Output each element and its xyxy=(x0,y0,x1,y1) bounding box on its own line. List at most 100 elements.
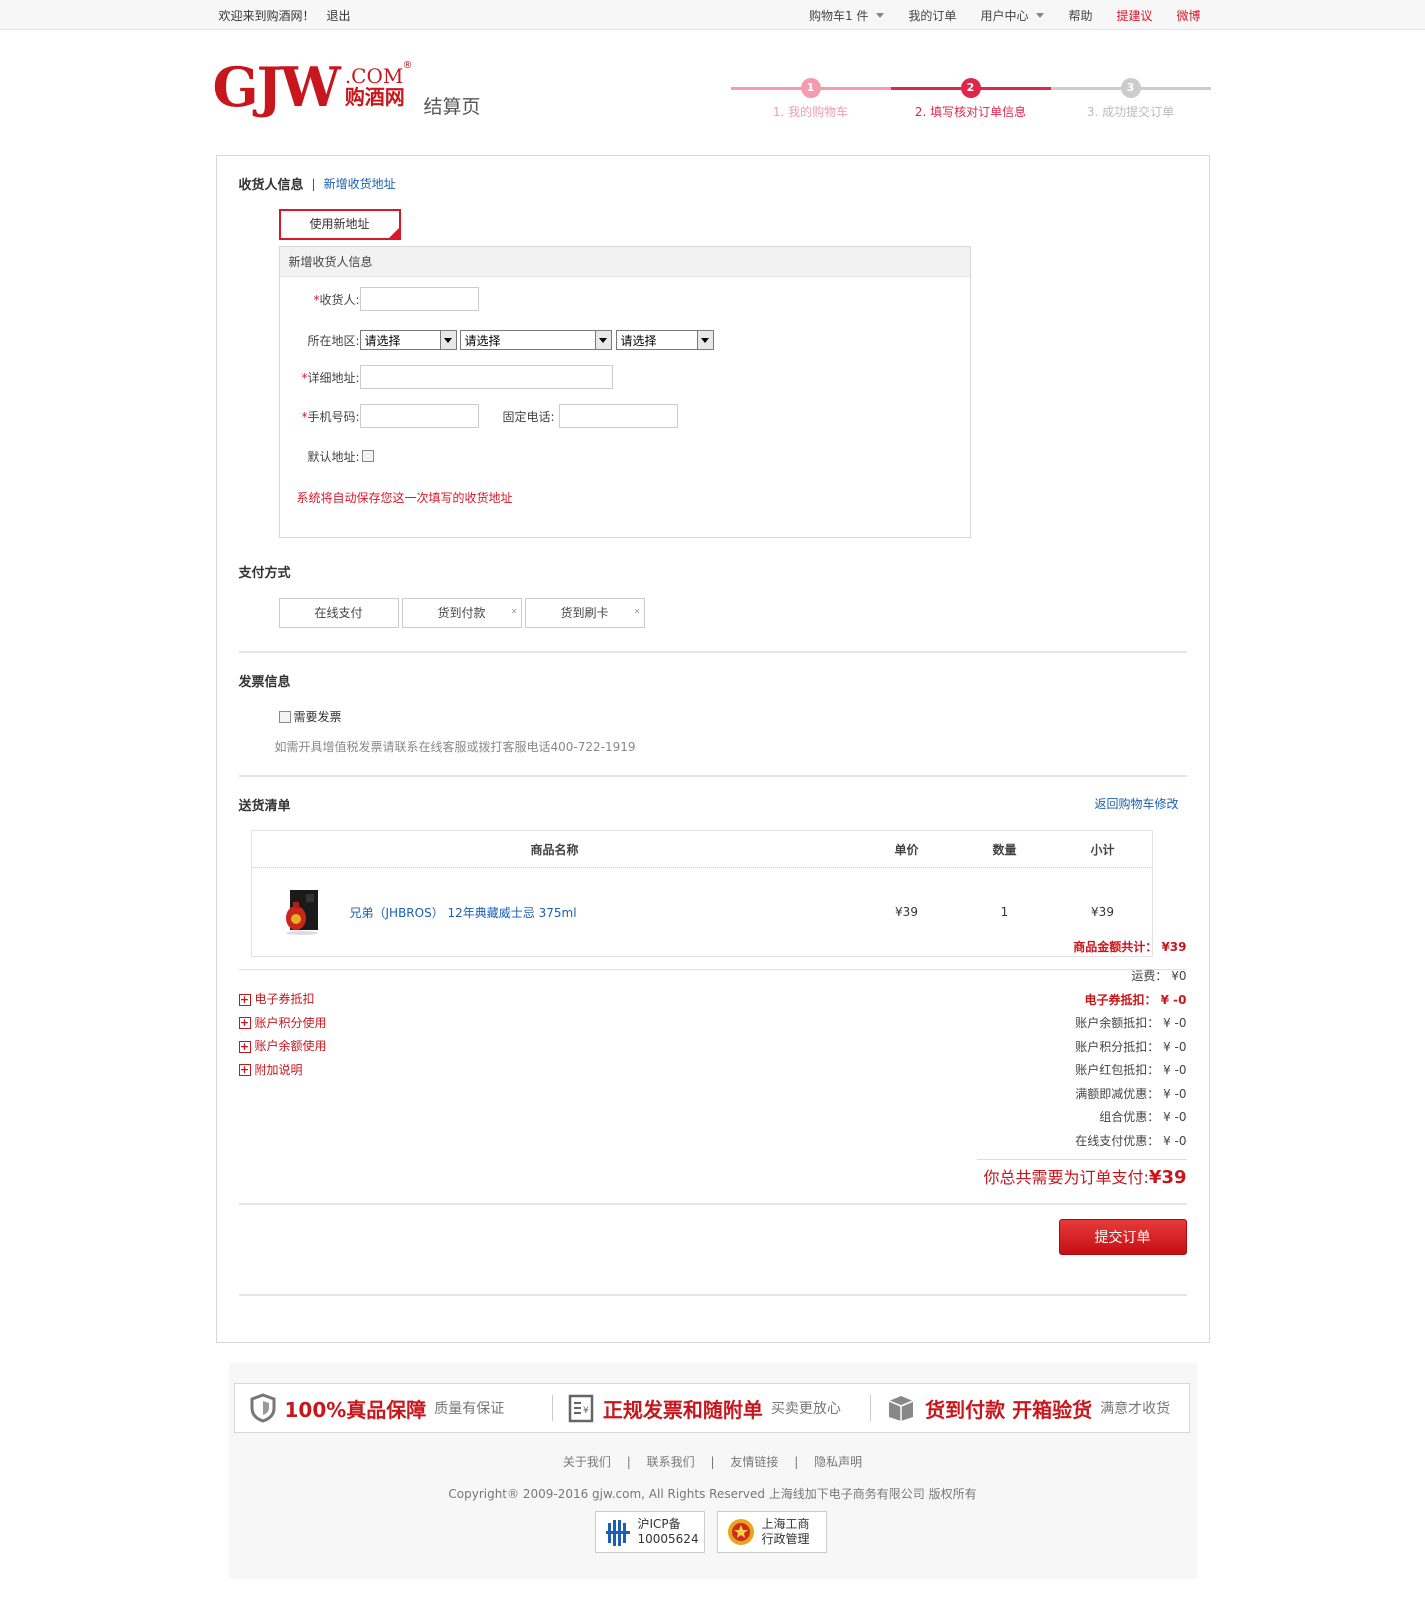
column-header-price: 单价 xyxy=(894,842,919,857)
contact-link[interactable]: 联系我们 xyxy=(647,1455,695,1469)
shield-icon xyxy=(250,1393,275,1423)
product-image[interactable] xyxy=(282,888,322,936)
section-divider xyxy=(238,651,1187,653)
default-address-checkbox[interactable] xyxy=(361,450,374,462)
province-select[interactable]: 请选择 xyxy=(359,330,457,350)
my-orders-link[interactable]: 我的订单 xyxy=(896,7,968,24)
logout-link[interactable]: 退出 xyxy=(327,7,351,24)
suggest-link[interactable]: 提建议 xyxy=(1104,7,1164,24)
consignee-name-label-wrap: *收货人: xyxy=(280,291,359,308)
welcome-text: 欢迎来到购酒网！ xyxy=(218,8,315,23)
step-2: 2 2. 填写核对订单信息 xyxy=(890,78,1051,120)
new-address-form: 新增收货人信息 *收货人: 所在地区: 请选择 请选择 请选择 *详细地址: *… xyxy=(278,246,971,538)
step-3: 3 3. 成功提交订单 xyxy=(1050,78,1211,120)
remark-option[interactable]: + 附加说明 xyxy=(238,1059,327,1083)
use-new-address-button[interactable]: 使用新地址 xyxy=(278,209,401,240)
shipping-line: 运费： ¥0 xyxy=(1131,969,1187,983)
delivery-header: 送货清单 返回购物车修改 xyxy=(239,795,1187,814)
product-subtotal: ¥39 xyxy=(1091,905,1114,919)
goods-total-line: 商品金额共计： ¥39 xyxy=(1073,940,1187,954)
cart-label: 购物车1 件 xyxy=(808,8,869,23)
mobile-input[interactable] xyxy=(359,404,479,428)
product-price: ¥39 xyxy=(895,905,918,919)
submit-order-button[interactable]: 提交订单 xyxy=(1058,1219,1187,1255)
checkout-steps: 1 1. 我的购物车 2 2. 填写核对订单信息 3 3. 成功提交订单 xyxy=(730,78,1213,128)
logo-registered: ® xyxy=(402,60,413,71)
cart-link[interactable]: 购物车1 件 xyxy=(797,7,896,24)
step-2-number: 2 xyxy=(960,78,981,98)
city-select-value: 请选择 xyxy=(464,333,501,348)
column-header-name: 商品名称 xyxy=(530,842,579,857)
consignee-title: 收货人信息 xyxy=(238,178,304,193)
payment-section: 支付方式 在线支付 货到付款 ✕ 货到刷卡 ✕ xyxy=(239,562,1187,628)
expand-plus-icon: + xyxy=(238,1063,251,1077)
dropdown-arrow-icon xyxy=(439,331,456,349)
step-2-label: 2. 填写核对订单信息 xyxy=(914,105,1027,119)
business-admin-line1: 上海工商 xyxy=(761,1517,810,1531)
balance-option[interactable]: + 账户余额使用 xyxy=(238,1035,327,1059)
invoice-title: 发票信息 xyxy=(238,675,291,690)
consignee-name-input[interactable] xyxy=(359,287,479,311)
certification-badges: 沪ICP备 10005624 上海工商 行政管理 xyxy=(594,1511,827,1553)
business-admin-badge[interactable]: 上海工商 行政管理 xyxy=(716,1511,827,1553)
delivery-table: 商品名称 单价 数量 小计 兄弟（JHBROS） 12年典藏威士忌 375ml xyxy=(250,830,1153,957)
pay-cod-button[interactable]: 货到付款 ✕ xyxy=(401,598,522,628)
logo-cn: 购酒网 xyxy=(344,85,405,109)
invoice-section: 发票信息 需要发票 如需开具增值税发票请联系在线客服或拨打客服电话400-722… xyxy=(239,671,1187,755)
city-select[interactable]: 请选择 xyxy=(459,330,612,350)
default-address-label: 默认地址: xyxy=(307,449,360,464)
user-center-link[interactable]: 用户中心 xyxy=(968,7,1056,24)
weibo-link[interactable]: 微博 xyxy=(1164,7,1212,24)
pay-card-on-delivery-button[interactable]: 货到刷卡 ✕ xyxy=(524,598,645,628)
points-option-label: 账户积分使用 xyxy=(254,1015,327,1030)
pay-online-label: 在线支付 xyxy=(314,606,363,620)
friend-links-link[interactable]: 友情链接 xyxy=(730,1455,778,1469)
expand-plus-icon: + xyxy=(238,992,251,1006)
add-address-link[interactable]: 新增收货地址 xyxy=(324,175,396,192)
pay-online-button[interactable]: 在线支付 xyxy=(278,598,399,628)
points-option[interactable]: + 账户积分使用 xyxy=(238,1012,327,1036)
auto-save-note: 系统将自动保存您这一次填写的收货地址 xyxy=(296,491,513,505)
link-separator: | xyxy=(710,1455,715,1469)
points-line: 账户积分抵扣： ¥ -0 xyxy=(1075,1039,1187,1054)
phone-label: 固定电话: xyxy=(502,409,555,424)
page-header: GJW .COM 购酒网 ® 结算页 1 1. 我的购物车 2 2. 填写核对订… xyxy=(213,30,1213,155)
product-name-link[interactable]: 兄弟（JHBROS） 12年典藏威士忌 375ml xyxy=(350,904,577,921)
dropdown-arrow-icon xyxy=(594,331,611,349)
extra-options: + 电子券抵扣 + 账户积分使用 + 账户余额使用 + 附加说明 xyxy=(238,988,327,1083)
emblem-icon xyxy=(727,1519,754,1545)
about-link[interactable]: 关于我们 xyxy=(563,1455,611,1469)
need-invoice-checkbox[interactable] xyxy=(278,710,291,723)
link-separator: | xyxy=(626,1455,631,1469)
balance-option-label: 账户余额使用 xyxy=(254,1039,327,1053)
detail-address-input[interactable] xyxy=(359,365,613,389)
guarantee-invoice-title: 正规发票和随附单 xyxy=(602,1397,763,1422)
section-divider xyxy=(238,1203,1187,1205)
mobile-label-wrap: *手机号码: xyxy=(280,408,359,425)
expand-plus-icon: + xyxy=(238,1016,251,1030)
privacy-link[interactable]: 隐私声明 xyxy=(814,1455,862,1469)
use-new-address-label: 使用新地址 xyxy=(309,217,370,231)
detail-address-label: 详细地址: xyxy=(307,370,360,385)
goods-total: 商品金额共计： ¥39 xyxy=(1073,936,1186,960)
link-separator: | xyxy=(794,1455,799,1469)
district-select[interactable]: 请选择 xyxy=(615,330,714,350)
back-to-cart-link[interactable]: 返回购物车修改 xyxy=(1094,795,1178,814)
detail-address-label-wrap: *详细地址: xyxy=(280,369,360,386)
pay-cod-label: 货到付款 xyxy=(437,606,486,620)
icp-logo-icon xyxy=(605,1520,630,1546)
site-logo[interactable]: GJW .COM 购酒网 ® xyxy=(213,60,413,114)
help-link[interactable]: 帮助 xyxy=(1056,7,1104,24)
online-pay-line: 在线支付优惠： ¥ -0 xyxy=(1075,1133,1187,1148)
table-header: 商品名称 单价 数量 小计 xyxy=(251,831,1152,868)
consignee-name-row: *收货人: xyxy=(280,287,479,311)
coupon-option-label: 电子券抵扣 xyxy=(254,992,315,1006)
guarantee-genuine-sub: 质量有保证 xyxy=(434,1401,505,1417)
icp-text: 沪ICP备 10005624 xyxy=(638,1517,699,1547)
logo-com: .COM xyxy=(344,64,404,88)
icp-badge[interactable]: 沪ICP备 10005624 xyxy=(594,1511,705,1553)
phone-input[interactable] xyxy=(558,404,678,428)
coupon-option[interactable]: + 电子券抵扣 xyxy=(238,988,327,1012)
package-icon xyxy=(888,1396,914,1421)
section-divider xyxy=(238,1294,1187,1296)
